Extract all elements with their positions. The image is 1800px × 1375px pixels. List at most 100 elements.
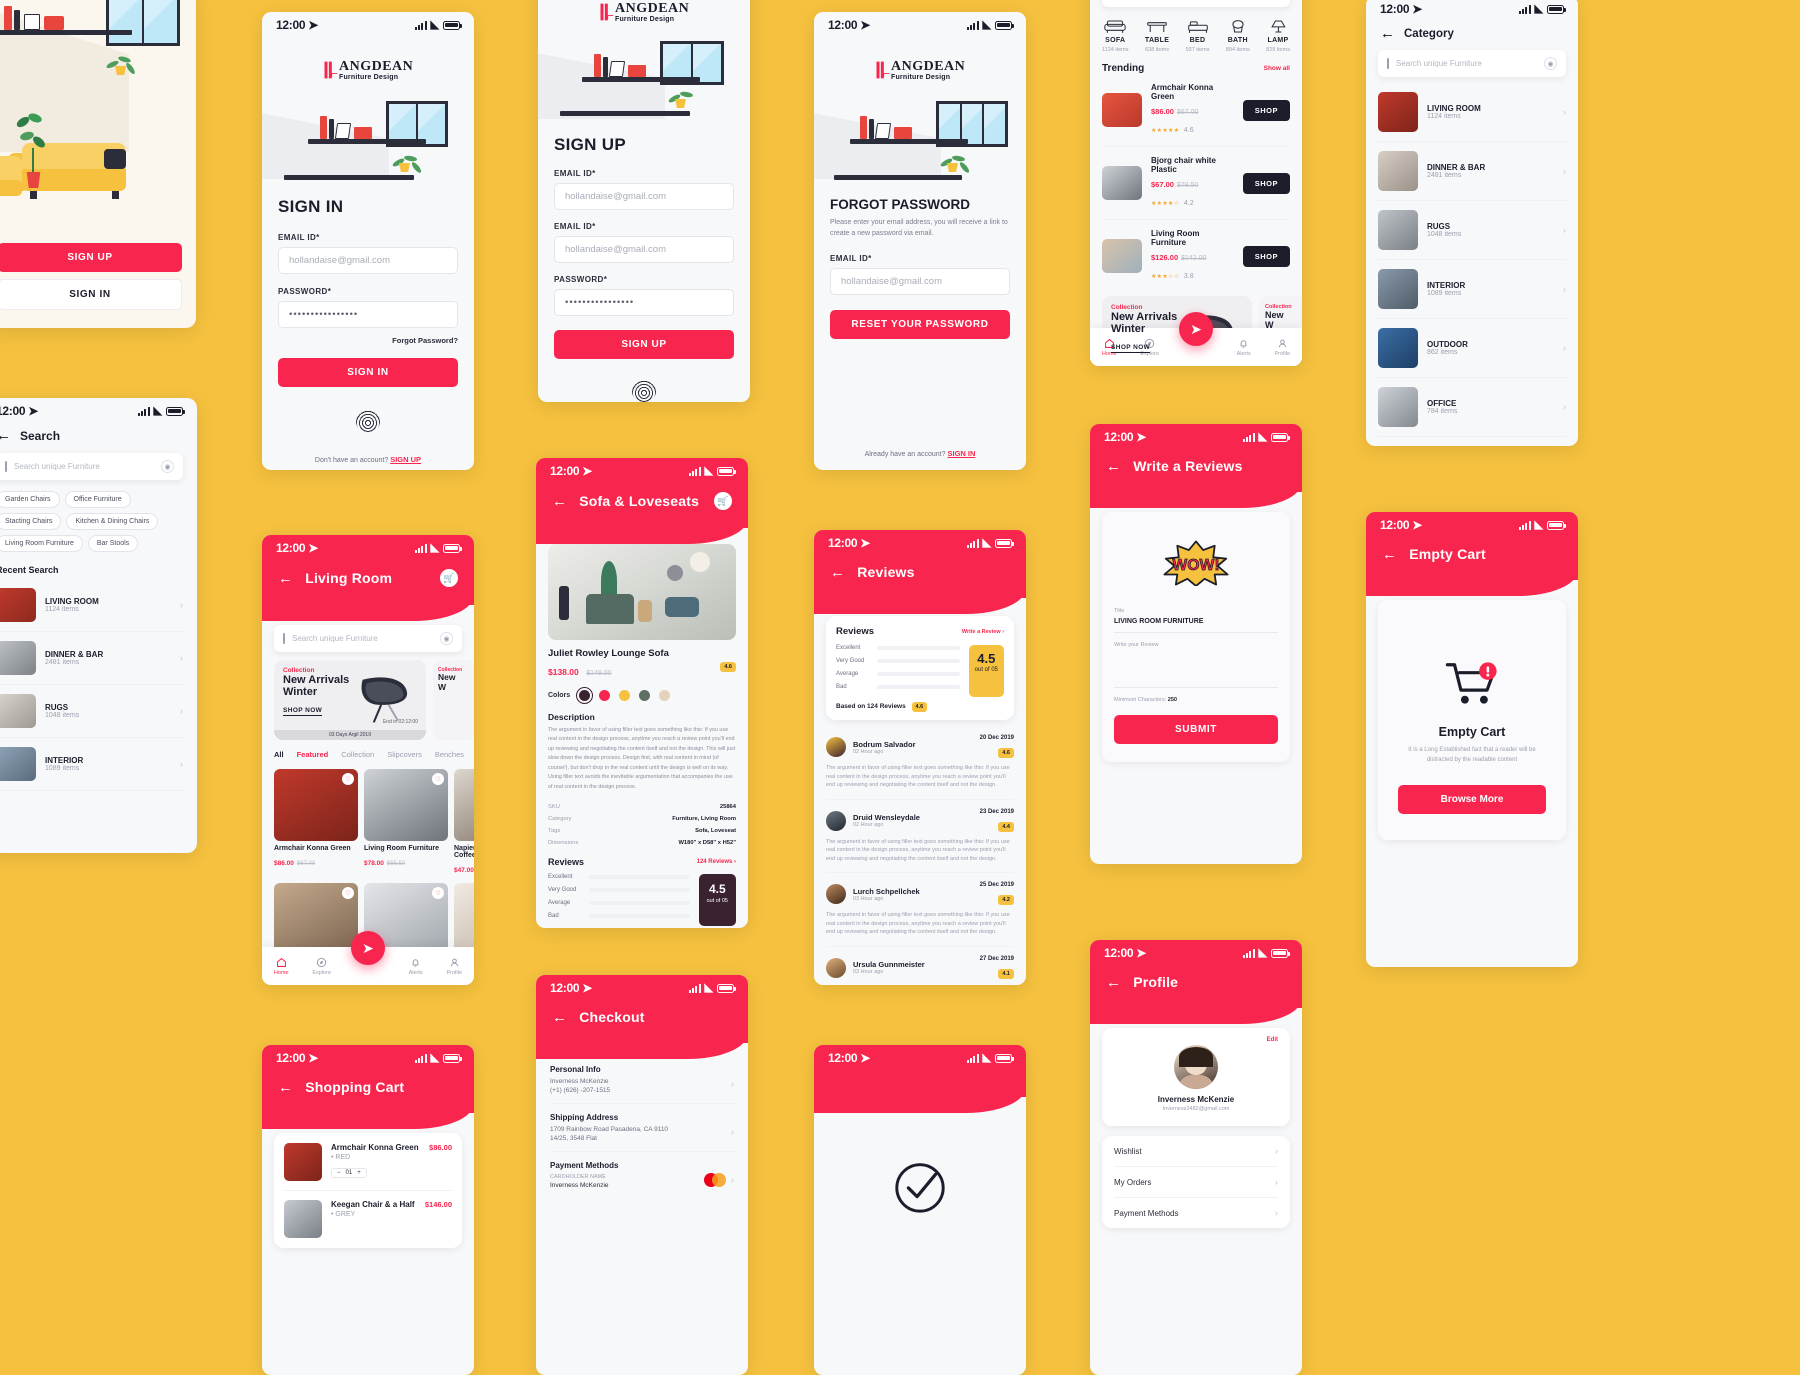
onboarding-signup-button[interactable]: SIGN UP xyxy=(0,243,182,272)
edit-link[interactable]: Edit xyxy=(1114,1037,1278,1043)
cart-icon[interactable]: 🛒 xyxy=(714,492,732,510)
back-icon[interactable]: ← xyxy=(552,494,567,509)
explore-fab-button[interactable]: ➤ xyxy=(351,931,385,965)
email-field[interactable]: hollandaise@gmail.com xyxy=(278,247,458,274)
tab-benches[interactable]: Benches xyxy=(435,750,464,759)
category-row[interactable]: RUGS 1048 items › xyxy=(1378,201,1566,260)
promo-banner-secondary[interactable]: Collection New W xyxy=(433,660,474,740)
checkout-section-payment[interactable]: Payment Methods CARDHOLDER NAME Invernes… xyxy=(550,1152,734,1198)
forgot-password-link[interactable]: Forgot Password? xyxy=(278,336,458,345)
category-tile-table[interactable]: TABLE 638 items xyxy=(1145,19,1169,53)
product-card[interactable]: Napier Coffee $47.00 xyxy=(454,769,474,877)
search-input[interactable]: Search unique Furniture ◉ xyxy=(1378,50,1566,77)
tab-slipcovers[interactable]: Slipcovers xyxy=(387,750,422,759)
banner-cta[interactable]: SHOP NOW xyxy=(1111,344,1150,353)
menu-item-wishlist[interactable]: Wishlist› xyxy=(1114,1136,1278,1167)
back-icon[interactable]: ← xyxy=(830,565,845,580)
color-swatch-5[interactable] xyxy=(659,690,670,701)
mic-icon[interactable]: ◉ xyxy=(1544,57,1557,70)
recent-search-item[interactable]: RUGS 1048 items › xyxy=(0,685,183,738)
nav-item-profile[interactable]: Profile xyxy=(446,957,462,976)
category-tile-bath[interactable]: BATH 894 items xyxy=(1226,19,1250,53)
reset-password-button[interactable]: RESET YOUR PASSWORD xyxy=(830,310,1010,339)
product-card[interactable]: ♡ Armchair Konna Green $86.00$67.00 xyxy=(274,769,358,877)
search-input[interactable]: Search unique Furniture ◉ xyxy=(1102,0,1290,7)
back-icon[interactable]: ← xyxy=(278,571,293,586)
back-icon[interactable]: ← xyxy=(552,1010,567,1025)
cart-item[interactable]: Keegan Chair & a Half • GREY $146.00 xyxy=(284,1191,452,1238)
review-title-input[interactable]: LIVING ROOM FURNITURE xyxy=(1114,614,1278,633)
search-input[interactable]: Search unique Furniture ◉ xyxy=(0,453,183,480)
promo-banner[interactable]: Collection New Arrivals Winter SHOP NOW … xyxy=(1102,296,1252,366)
email-field[interactable]: hollandaise@gmail.com xyxy=(554,183,734,210)
chip[interactable]: Kitchen & Dining Chairs xyxy=(66,513,158,530)
nav-item-home[interactable]: Home xyxy=(274,957,289,976)
category-tile-lamp[interactable]: LAMP 829 items xyxy=(1266,19,1290,53)
category-row[interactable]: OFFICE 784 items › xyxy=(1378,378,1566,437)
decrease-button[interactable]: − xyxy=(337,1170,341,1176)
banner-cta[interactable]: SHOP NOW xyxy=(283,707,322,716)
back-icon[interactable]: ← xyxy=(1382,547,1397,562)
recent-search-item[interactable]: LIVING ROOM 1124 items › xyxy=(0,579,183,632)
color-swatch-2[interactable] xyxy=(599,690,610,701)
category-tile-bed[interactable]: BED 937 items xyxy=(1186,19,1210,53)
trending-row[interactable]: Bjorg chair white Plastic $67.00$78.50 ★… xyxy=(1102,147,1290,220)
recent-search-item[interactable]: DINNER & BAR 2481 items › xyxy=(0,632,183,685)
product-card[interactable]: ♡ xyxy=(274,883,358,955)
trending-row[interactable]: Living Room Furniture $126.00$142.00 ★★★… xyxy=(1102,220,1290,292)
favorite-icon[interactable]: ♡ xyxy=(342,773,354,785)
promo-banner[interactable]: Collection New Arrivals Winter SHOP NOW … xyxy=(274,660,426,740)
category-row[interactable]: INTERIOR 1089 items › xyxy=(1378,260,1566,319)
chip[interactable]: Garden Chairs xyxy=(0,491,60,508)
chip[interactable]: Bar Stools xyxy=(88,535,138,552)
favorite-icon[interactable]: ♡ xyxy=(342,887,354,899)
chip[interactable]: Stacting Chairs xyxy=(0,513,61,530)
category-row[interactable]: DECOR 492 items › xyxy=(1378,437,1566,446)
back-icon[interactable]: ← xyxy=(1380,26,1395,41)
chip[interactable]: Living Room Furniture xyxy=(0,535,83,552)
back-icon[interactable]: ← xyxy=(278,1080,293,1095)
checkout-section-personal[interactable]: Personal Info Inverness McKenzie (+1) (6… xyxy=(550,1065,734,1104)
tab-all[interactable]: All xyxy=(274,750,284,759)
favorite-icon[interactable]: ♡ xyxy=(432,887,444,899)
mic-icon[interactable]: ◉ xyxy=(440,632,453,645)
checkout-section-shipping[interactable]: Shipping Address 1709 Rainbow Road Pasad… xyxy=(550,1104,734,1152)
onboarding-signin-button[interactable]: SIGN IN xyxy=(0,279,182,310)
signup-button[interactable]: SIGN UP xyxy=(554,330,734,359)
mic-icon[interactable]: ◉ xyxy=(161,460,174,473)
trending-row[interactable]: Armchair Konna Green $86.00$67.00 ★★★★★ … xyxy=(1102,74,1290,147)
reviews-link[interactable]: 124 Reviews › xyxy=(697,859,736,865)
favorite-icon[interactable]: ♡ xyxy=(432,773,444,785)
menu-item-payment-methods[interactable]: Payment Methods› xyxy=(1114,1198,1278,1228)
show-all-link[interactable]: Show all xyxy=(1264,65,1290,72)
search-input[interactable]: Search unique Furniture ◉ xyxy=(274,625,462,652)
shop-button[interactable]: SHOP xyxy=(1243,173,1290,194)
color-swatch-1[interactable] xyxy=(579,690,590,701)
submit-button[interactable]: SUBMIT xyxy=(1114,715,1278,744)
signup-link[interactable]: SIGN UP xyxy=(390,455,421,464)
category-row[interactable]: LIVING ROOM 1124 items › xyxy=(1378,83,1566,142)
color-swatch-3[interactable] xyxy=(619,690,630,701)
back-icon[interactable]: ← xyxy=(1106,459,1121,474)
recent-search-item[interactable]: INTERIOR 1089 items › xyxy=(0,738,183,791)
browse-more-button[interactable]: Browse More xyxy=(1398,785,1546,814)
cart-item[interactable]: Armchair Konna Green • RED − 01 + $86.00 xyxy=(284,1143,452,1191)
password-field[interactable]: •••••••••••••••• xyxy=(278,301,458,328)
email2-field[interactable]: hollandaise@gmail.com xyxy=(554,236,734,263)
category-row[interactable]: OUTDOOR 862 items › xyxy=(1378,319,1566,378)
back-icon[interactable]: ← xyxy=(1106,975,1121,990)
review-body-input[interactable] xyxy=(1114,648,1278,688)
category-tile-sofa[interactable]: SOFA 1124 items xyxy=(1102,19,1129,53)
product-card[interactable]: ♡ Living Room Furniture $78.00$65.50 xyxy=(364,769,448,877)
chip[interactable]: Office Furniture xyxy=(65,491,131,508)
nav-item-explore[interactable]: Explore xyxy=(312,957,331,976)
tab-collection[interactable]: Collection xyxy=(341,750,374,759)
shop-button[interactable]: SHOP xyxy=(1243,246,1290,267)
color-swatch-4[interactable] xyxy=(639,690,650,701)
fingerprint-icon[interactable] xyxy=(632,379,656,402)
back-icon[interactable]: ← xyxy=(0,428,11,443)
quantity-stepper[interactable]: − 01 + xyxy=(331,1168,367,1178)
cart-icon[interactable]: 🛒 xyxy=(440,569,458,587)
shop-button[interactable]: SHOP xyxy=(1243,100,1290,121)
increase-button[interactable]: + xyxy=(357,1170,361,1176)
